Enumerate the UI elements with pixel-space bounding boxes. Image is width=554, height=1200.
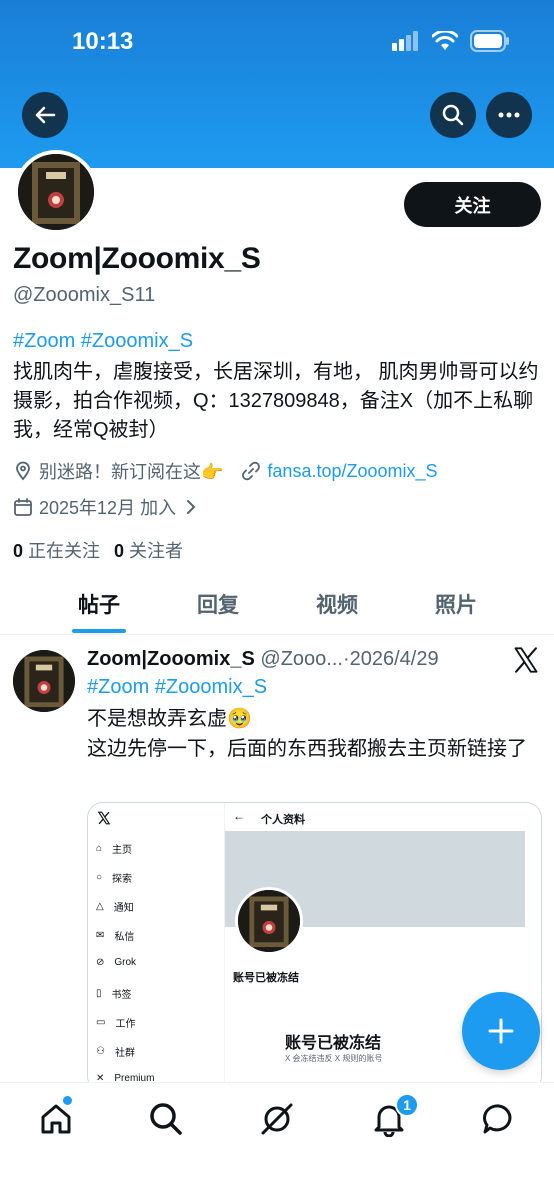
embed-nav-home: ⌂ 主页 — [96, 843, 133, 856]
location-icon — [16, 461, 30, 481]
post-text: 不是想故弄玄虚🥹 这边先停一下，后面的东西我都搬去主页新链接了 — [87, 704, 542, 764]
grok-icon: ⊘ — [96, 957, 105, 968]
profile-handle: @Zooomix_S11 — [13, 284, 156, 306]
home-icon[interactable] — [38, 1101, 74, 1137]
location-text: 别迷路！新订阅在这👉 — [39, 462, 224, 482]
profile-link[interactable]: fansa.top/Zooomix_S — [267, 461, 437, 482]
tab-videos[interactable]: 视频 — [316, 589, 358, 619]
messages-icon[interactable] — [481, 1101, 517, 1137]
profile-name: Zoom|Zooomix_S — [13, 242, 261, 275]
profile-avatar[interactable] — [14, 150, 98, 234]
briefcase-icon: ▭ — [96, 1017, 106, 1028]
embed-frozen-desc: X 会冻结违反 X 规则的账号 — [285, 1054, 383, 1063]
search-icon[interactable] — [148, 1101, 184, 1137]
search-icon — [442, 104, 464, 126]
avatar-image — [18, 154, 94, 230]
tab-photos[interactable]: 照片 — [435, 589, 477, 619]
embed-sidebar: ⌂ 主页 ○ 探索 △ 通知 ✉ 私信 ⊘ Grok ▯ 书签 ▭ 工作 ⚇ 社群 ✕ Premi… — [88, 803, 225, 1091]
embed-account-name: 账号已被冻结 — [233, 972, 299, 984]
post-date[interactable]: ·2026/4/29 — [343, 648, 439, 670]
embed-avatar — [235, 887, 303, 955]
x-logo-icon — [97, 811, 111, 825]
compose-button[interactable] — [462, 992, 540, 1070]
wifi-icon — [432, 31, 458, 50]
post-text-line: 不是想故弄玄虚🥹 — [87, 708, 252, 730]
status-time: 10:13 — [72, 28, 134, 55]
bell-icon: △ — [96, 901, 104, 912]
signal-icon — [392, 31, 418, 51]
followers-link[interactable]: 0 关注者 — [114, 537, 183, 563]
arrow-left-icon — [35, 106, 56, 124]
people-icon: ⚇ — [96, 1046, 105, 1057]
profile-tabs: 帖子 回复 视频 照片 — [0, 575, 554, 635]
joined-row[interactable]: 2025年12月 加入 — [13, 494, 198, 520]
post-avatar[interactable] — [13, 650, 75, 712]
bio-hashtags[interactable]: #Zoom #Zooomix_S — [13, 330, 193, 353]
embed-nav-grok: ⊘ Grok — [96, 957, 137, 968]
embed-nav-jobs: ▭ 工作 — [96, 1017, 136, 1030]
embed-nav-bookmarks: ▯ 书签 — [96, 988, 132, 1001]
tab-replies[interactable]: 回复 — [197, 589, 239, 619]
grok-icon[interactable] — [259, 1101, 295, 1137]
search-icon: ○ — [96, 872, 103, 883]
post-header: Zoom|Zooomix_S @Zooo...·2026/4/29 — [87, 648, 439, 671]
home-unread-dot — [63, 1096, 72, 1105]
following-link[interactable]: 0 正在关注 — [13, 537, 100, 563]
bookmark-icon: ▯ — [96, 988, 102, 999]
back-arrow-icon: ← — [233, 809, 245, 823]
avatar-image — [13, 650, 75, 712]
embed-nav-explore: ○ 探索 — [96, 872, 133, 885]
bottom-nav — [0, 1082, 554, 1200]
x-logo-icon — [514, 647, 538, 673]
post-text-line: 这边先停一下，后面的东西我都搬去主页新链接了 — [87, 738, 527, 760]
link-icon — [242, 461, 261, 481]
profile-banner — [0, 0, 554, 168]
home-icon: ⌂ — [96, 843, 103, 854]
active-tab-indicator — [72, 629, 126, 633]
battery-icon — [470, 30, 509, 52]
search-button[interactable] — [430, 92, 476, 138]
chevron-right-icon — [187, 500, 196, 514]
follow-button[interactable]: 关注 — [404, 182, 541, 227]
status-icons — [392, 30, 510, 52]
post-author-handle[interactable]: @Zooo... — [260, 648, 343, 670]
embed-nav-communities: ⚇ 社群 — [96, 1046, 135, 1059]
tab-posts[interactable]: 帖子 — [78, 589, 120, 619]
calendar-icon — [14, 498, 32, 516]
mail-icon: ✉ — [96, 930, 105, 941]
follow-counts: 0 正在关注 0 关注者 — [13, 537, 183, 563]
more-button[interactable] — [486, 92, 532, 138]
notifications-badge: 1 — [395, 1093, 419, 1117]
post-author-name[interactable]: Zoom|Zooomix_S — [87, 648, 255, 670]
more-icon — [498, 112, 520, 118]
embed-nav-notifications: △ 通知 — [96, 901, 134, 914]
embed-page-title: 个人资料 — [261, 814, 305, 826]
embed-frozen-heading: 账号已被冻结 — [285, 1035, 382, 1052]
joined-text: 2025年12月 加入 — [39, 498, 177, 518]
location-row: 别迷路！新订阅在这👉 fansa.top/Zooomix_S — [13, 458, 438, 484]
back-button[interactable] — [22, 92, 68, 138]
profile-bio: 找肌肉牛，虐腹接受，长居深圳，有地， 肌肉男帅哥可以约摄影，拍合作视频，Q：13… — [13, 361, 539, 441]
avatar-image — [238, 890, 300, 952]
plus-icon — [488, 1018, 514, 1044]
post-hashtags[interactable]: #Zoom #Zooomix_S — [87, 676, 267, 699]
embed-nav-messages: ✉ 私信 — [96, 930, 135, 943]
